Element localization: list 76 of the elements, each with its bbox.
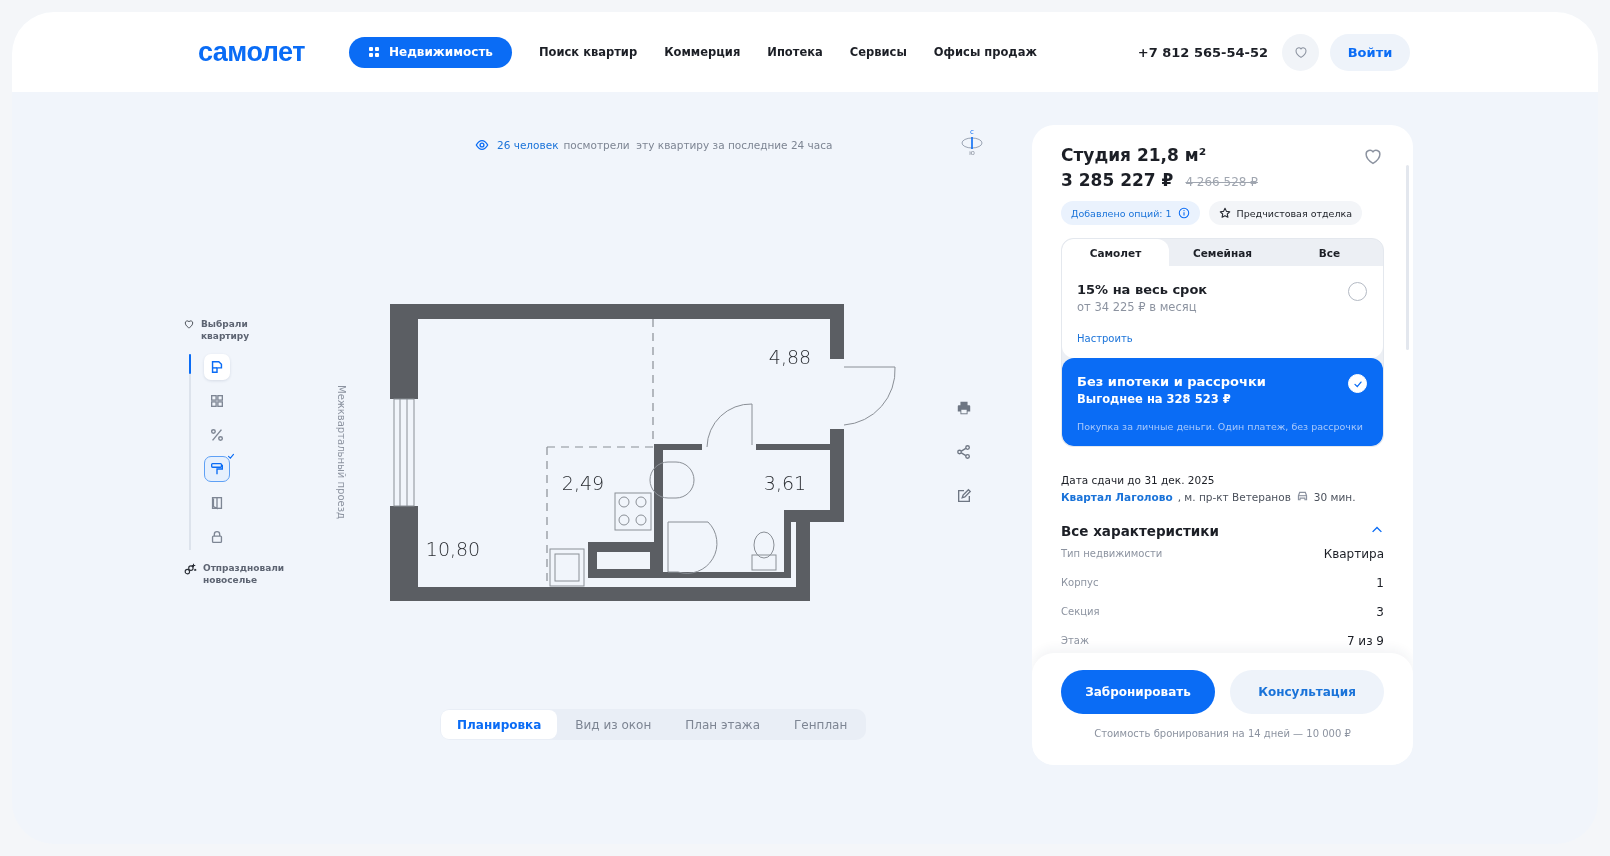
old-price: 4 266 528 ₽	[1185, 175, 1258, 189]
edit-icon[interactable]	[956, 488, 972, 504]
print-icon[interactable]	[956, 400, 972, 416]
booking-note: Стоимость бронирования на 14 дней — 10 000 ₽	[1093, 728, 1352, 739]
plan-icon	[209, 359, 225, 375]
payment-tab[interactable]: Все	[1276, 239, 1383, 266]
badge-label: Предчистовая отделка	[1236, 207, 1353, 219]
apartment-title: Студия 21,8 м²	[1061, 145, 1207, 165]
options-badge[interactable]: Добавлено опций: 1	[1061, 201, 1200, 225]
viewers-count: 26 человек	[497, 139, 559, 151]
room-area: 10,80	[425, 538, 481, 560]
heart-icon	[1292, 44, 1309, 60]
nav-link[interactable]: Коммерция	[664, 45, 741, 59]
district-link[interactable]: Квартал Лаголово	[1061, 490, 1173, 503]
spec-value: 1	[1376, 575, 1384, 590]
share-icon[interactable]	[956, 444, 972, 460]
configure-link[interactable]: Настроить	[1077, 333, 1367, 344]
phone-number[interactable]: +7 812 565-54-52	[1137, 44, 1268, 60]
compass-icon	[960, 137, 984, 149]
payment-tab[interactable]: Семейная	[1169, 239, 1276, 266]
option-title: 15% на весь срок	[1077, 282, 1208, 297]
specs-title: Все характеристики	[1061, 523, 1219, 539]
spec-value: 3	[1376, 604, 1384, 619]
check-icon	[226, 451, 236, 461]
step-button[interactable]	[204, 354, 230, 380]
spec-value: 7 из 9	[1346, 633, 1384, 648]
payment-option[interactable]: Без ипотеки и рассрочки Выгоднее на 328 523 ₽ Покупка за личные деньги. Один платеж, без рассрочки	[1062, 358, 1383, 446]
favorites-button[interactable]	[1282, 33, 1319, 71]
spec-label: Корпус	[1061, 577, 1099, 588]
completion-date: Дата сдачи до 31 дек. 2025	[1061, 474, 1216, 486]
grid-icon	[209, 393, 225, 409]
finish-badge[interactable]: Предчистовая отделка	[1208, 201, 1363, 225]
option-title: Без ипотеки и рассрочки	[1077, 374, 1266, 389]
lock-icon	[209, 529, 225, 545]
spec-value: Квартира	[1323, 546, 1384, 561]
paint-roller-icon	[209, 461, 225, 477]
book-button[interactable]: Забронировать	[1061, 670, 1215, 714]
spec-label: Тип недвижимости	[1061, 548, 1163, 559]
door-icon	[209, 495, 225, 511]
room-area: 3,61	[763, 472, 807, 494]
consult-button[interactable]: Консультация	[1230, 670, 1384, 714]
option-note: Покупка за личные деньги. Один платеж, без рассрочки	[1077, 421, 1364, 432]
login-button[interactable]: Войти	[1330, 33, 1410, 71]
view-tab[interactable]: Планировка	[441, 710, 558, 739]
badge-label: Добавлено опций: 1	[1071, 207, 1172, 219]
catalog-button[interactable]: Недвижимость	[349, 36, 512, 68]
journey-end-label: Отпраздновали новоселье	[203, 562, 286, 586]
view-tab[interactable]: Генплан	[778, 710, 864, 739]
option-subtitle: Выгоднее на 328 523 ₽	[1077, 392, 1232, 406]
viewers-text: посмотрели эту квартиру за последние 24 часа	[563, 139, 833, 151]
price: 3 285 227 ₽	[1061, 170, 1174, 190]
menu-dots-icon	[367, 45, 381, 59]
payment-tab[interactable]: Самолет	[1062, 239, 1169, 266]
nav-link[interactable]: Сервисы	[849, 45, 907, 59]
journey-start-label: Выбрали квартиру	[201, 318, 251, 342]
payment-option[interactable]: 15% на весь срок от 34 225 ₽ в месяц Настроить	[1062, 266, 1383, 358]
option-subtitle: от 34 225 ₽ в месяц	[1077, 300, 1198, 314]
info-icon	[1177, 207, 1190, 219]
nav-link[interactable]: Ипотека	[767, 45, 823, 59]
star-icon	[1218, 207, 1231, 219]
room-area: 4,88	[768, 346, 812, 368]
eye-icon	[475, 138, 489, 152]
nav-link[interactable]: Поиск квартир	[538, 45, 638, 59]
room-area: 2,49	[561, 472, 605, 494]
spec-label: Секция	[1061, 606, 1100, 617]
travel-time: 30 мин.	[1313, 490, 1356, 503]
spec-label: Этаж	[1061, 635, 1089, 646]
logo[interactable]: самолет	[198, 36, 305, 68]
percent-icon	[209, 427, 225, 443]
car-icon	[1295, 490, 1309, 503]
heart-icon	[183, 318, 195, 330]
nav-link[interactable]: Офисы продаж	[933, 45, 1037, 59]
metro-station: , м. пр-кт Ветеранов	[1177, 490, 1291, 503]
view-tab[interactable]: Вид из окон	[559, 710, 668, 739]
street-label: Межквартальный проезд	[335, 385, 347, 519]
view-tab[interactable]: План этажа	[669, 710, 777, 739]
